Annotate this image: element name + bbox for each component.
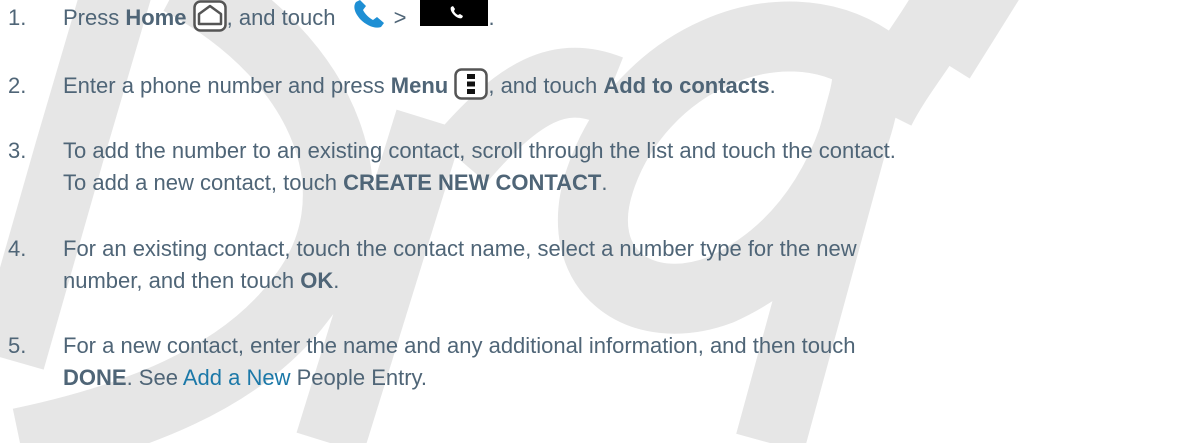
step-text-part: . (769, 73, 776, 98)
dialer-button[interactable] (420, 0, 489, 27)
step-number: 1. (8, 5, 27, 30)
step-line: DONE. See Add a New People Entry. (63, 362, 1173, 394)
step-text-part: , and touch (488, 73, 604, 98)
ok-label: OK (300, 268, 334, 293)
step-text-part: People Entry. (290, 365, 428, 390)
step-number: 5. (8, 333, 27, 358)
home-icon (192, 0, 227, 32)
menu-icon (454, 68, 489, 100)
step-text-part: . (488, 5, 495, 30)
step-text: For a new contact, enter the name and an… (63, 330, 1173, 394)
step-text-part: number, and then touch (63, 268, 301, 293)
create-new-contact-label: CREATE NEW CONTACT (343, 170, 602, 195)
step-text: Enter a phone number and press Menu , an… (63, 68, 1173, 103)
add-to-contacts-label: Add to contacts (603, 73, 770, 98)
step-line: To add a new contact, touch CREATE NEW C… (63, 167, 1173, 199)
step-text: To add the number to an existing contact… (63, 135, 1173, 199)
step-line: number, and then touch OK. (63, 265, 1173, 297)
step-text-part: . (333, 268, 340, 293)
step-text-part: . See (126, 365, 183, 390)
menu-label: Menu (390, 73, 449, 98)
step-text-part: Press (63, 5, 126, 30)
phone-icon (451, 6, 464, 19)
step-line: To add the number to an existing contact… (63, 138, 896, 163)
done-label: DONE (63, 365, 127, 390)
step-text-part: Enter a phone number and press (63, 73, 391, 98)
home-label: Home (125, 5, 187, 30)
separator: > (393, 5, 407, 30)
step-text: Press Home , and touch > . (63, 0, 1173, 36)
step-number: 3. (8, 138, 27, 163)
step-text: For an existing contact, touch the conta… (63, 233, 1173, 297)
step-number: 2. (8, 73, 27, 98)
step-text-part: , and touch (226, 5, 342, 30)
phone-icon (353, 0, 384, 28)
step-number: 4. (8, 236, 27, 261)
step-text-part: . (601, 170, 608, 195)
step-line: For an existing contact, touch the conta… (63, 236, 857, 261)
add-new-people-entry-link[interactable]: Add a New (183, 365, 291, 390)
step-line: For a new contact, enter the name and an… (63, 333, 856, 358)
step-text-part: To add a new contact, touch (63, 170, 344, 195)
